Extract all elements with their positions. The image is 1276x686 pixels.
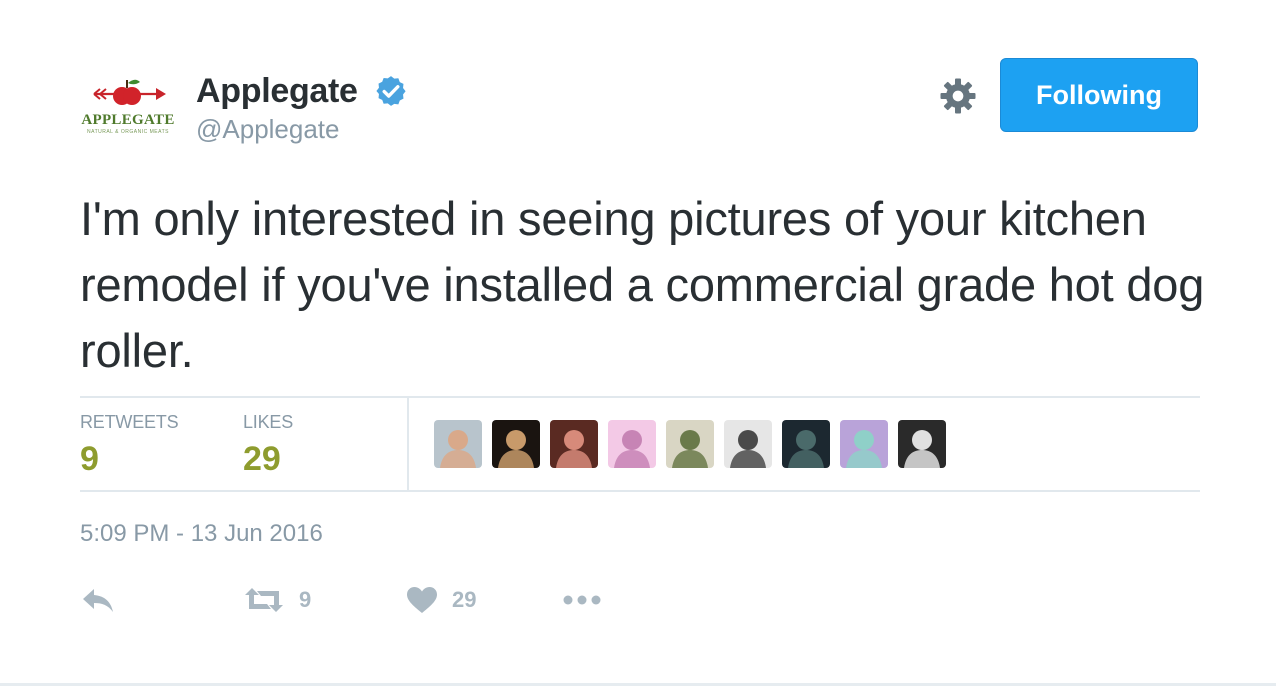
like-action-count: 29 — [452, 587, 477, 612]
liker-avatar-4[interactable] — [608, 420, 656, 468]
reply-icon — [83, 589, 113, 612]
stats-vertical-divider — [407, 398, 409, 490]
applegate-logo-icon — [93, 79, 166, 105]
tweet-text: I'm only interested in seeing pictures o… — [80, 192, 1205, 377]
stats-top-divider — [80, 396, 1200, 398]
likes-count[interactable]: 29 — [243, 440, 281, 479]
liker-avatar-3[interactable] — [550, 420, 598, 468]
avatar-image-icon — [614, 430, 650, 468]
avatar-image-icon — [672, 430, 708, 468]
avatar-image-icon — [730, 430, 766, 468]
retweet-button[interactable]: 9 — [243, 580, 311, 620]
retweet-action-count: 9 — [299, 587, 312, 612]
gear-icon[interactable] — [938, 76, 978, 116]
avatar-image-icon — [498, 430, 534, 468]
avatar-image-icon — [556, 430, 592, 468]
retweets-label: RETWEETS — [80, 412, 179, 432]
liker-avatar-5[interactable] — [666, 420, 714, 468]
avatar-image-icon — [904, 430, 940, 468]
avatar-brand-text: APPLEGATE — [81, 112, 175, 128]
avatar-brand-tagline: NATURAL & ORGANIC MEATS — [87, 129, 169, 135]
tweet-timestamp[interactable]: 5:09 PM - 13 Jun 2016 — [80, 520, 323, 548]
more-dots-icon — [563, 595, 601, 605]
more-button[interactable] — [562, 580, 602, 620]
following-button[interactable]: Following — [1000, 58, 1198, 132]
liker-avatar-2[interactable] — [492, 420, 540, 468]
liker-avatar-1[interactable] — [434, 420, 482, 468]
liker-avatar-7[interactable] — [782, 420, 830, 468]
author-avatar[interactable]: APPLEGATE NATURAL & ORGANIC MEATS — [76, 68, 180, 148]
stats-bottom-divider — [80, 490, 1200, 492]
likes-label: LIKES — [243, 412, 294, 432]
liker-avatar-8[interactable] — [840, 420, 888, 468]
avatar-image-icon — [846, 430, 882, 468]
retweets-count[interactable]: 9 — [80, 440, 99, 479]
heart-icon — [407, 587, 437, 613]
verified-badge-icon — [376, 76, 406, 106]
like-button[interactable]: 29 — [406, 580, 476, 620]
liker-avatar-9[interactable] — [898, 420, 946, 468]
reply-button[interactable] — [80, 580, 116, 620]
author-display-name[interactable]: Applegate — [196, 72, 358, 111]
author-handle[interactable]: @Applegate — [196, 114, 340, 145]
avatar-image-icon — [440, 430, 476, 468]
liker-avatar-6[interactable] — [724, 420, 772, 468]
avatar-image-icon — [788, 430, 824, 468]
retweet-icon — [245, 588, 283, 612]
